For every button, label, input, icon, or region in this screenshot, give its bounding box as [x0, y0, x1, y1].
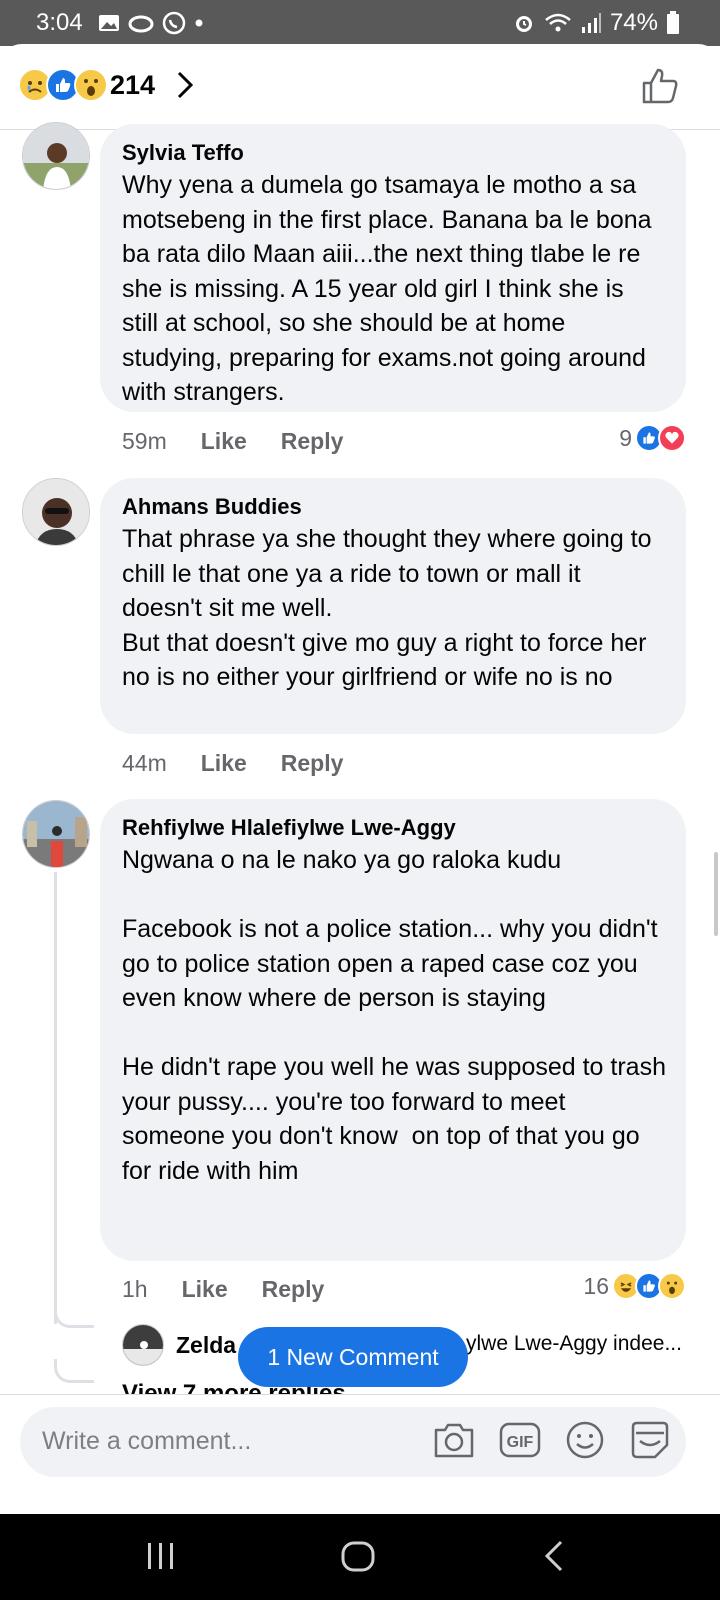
signal-icon	[581, 13, 601, 33]
comment-bubble[interactable]: Ahmans Buddies That phrase ya she though…	[100, 478, 686, 734]
avatar[interactable]	[22, 122, 90, 190]
emoji-icon[interactable]	[564, 1419, 606, 1461]
comment-actions: 1h Like Reply	[122, 1276, 324, 1303]
gif-icon[interactable]: GIF	[498, 1420, 542, 1460]
love-reaction-icon	[658, 424, 686, 452]
comments-sheet: 214 Sylvia Teffo Why yena a dumela go ts…	[0, 44, 720, 1514]
composer-tools: GIF	[432, 1419, 672, 1461]
comment-actions: 44m Like Reply	[122, 750, 343, 777]
alarm-icon	[515, 16, 532, 32]
scrollbar[interactable]	[714, 852, 718, 936]
recents-icon[interactable]	[146, 1538, 176, 1574]
cloud-icon	[128, 15, 154, 33]
comment-bubble[interactable]: Sylvia Teffo Why yena a dumela go tsamay…	[100, 124, 686, 412]
comment-input[interactable]: Write a comment... GIF	[20, 1407, 686, 1477]
comment-author[interactable]: Sylvia Teffo	[122, 138, 666, 168]
comment-bubble[interactable]: Rehfiylwe Hlalefiylwe Lwe-Aggy Ngwana o …	[100, 799, 686, 1261]
wifi-icon	[545, 13, 571, 32]
reaction-count: 16	[583, 1272, 609, 1299]
reply-author[interactable]: Zelda	[176, 1332, 236, 1359]
reactions-header: 214	[0, 44, 720, 130]
avatar[interactable]	[22, 800, 90, 868]
avatar[interactable]	[22, 478, 90, 546]
system-nav-bar	[0, 1514, 720, 1600]
chevron-right-icon[interactable]	[176, 70, 194, 100]
comment-author[interactable]: Rehfiylwe Hlalefiylwe Lwe-Aggy	[122, 813, 666, 843]
reply-text: ylwe Lwe-Aggy indee...	[466, 1332, 682, 1355]
wow-reaction-icon	[74, 68, 108, 102]
svg-text:GIF: GIF	[507, 1434, 534, 1451]
reply-button[interactable]: Reply	[281, 428, 344, 455]
comment-time: 1h	[122, 1276, 148, 1302]
like-button[interactable]: Like	[201, 750, 247, 777]
new-comment-button[interactable]: 1 New Comment	[238, 1327, 468, 1387]
reaction-summary[interactable]	[18, 68, 108, 102]
comment-time: 59m	[122, 428, 167, 454]
comment-actions: 59m Like Reply	[122, 428, 343, 455]
reaction-count[interactable]: 214	[110, 70, 155, 101]
whatsapp-icon	[162, 11, 186, 35]
like-button[interactable]: Like	[182, 1276, 228, 1303]
reaction-count: 9	[619, 424, 632, 451]
reply-thread-line	[54, 872, 57, 1324]
comment-reactions[interactable]: 9	[619, 424, 686, 452]
comment-text: That phrase ya she thought they where go…	[122, 525, 652, 691]
camera-icon[interactable]	[432, 1420, 476, 1460]
avatar[interactable]	[122, 1324, 164, 1366]
dot-icon	[195, 19, 203, 27]
comment-placeholder: Write a comment...	[42, 1427, 252, 1455]
reply-button[interactable]: Reply	[281, 750, 344, 777]
status-time: 3:04	[36, 9, 83, 36]
comment-composer: Write a comment... GIF	[0, 1394, 720, 1514]
sticker-icon[interactable]	[628, 1419, 672, 1461]
status-bar: 3:04 74%	[0, 0, 720, 46]
reply-button[interactable]: Reply	[262, 1276, 325, 1303]
notification-icons	[98, 11, 204, 35]
wow-reaction-icon	[658, 1272, 686, 1300]
reply-connector	[54, 1359, 94, 1383]
comment-time: 44m	[122, 750, 167, 776]
reply-connector	[54, 1306, 94, 1328]
comment-author[interactable]: Ahmans Buddies	[122, 492, 666, 522]
battery-percent: 74%	[609, 9, 658, 36]
comment-text: Why yena a dumela go tsamaya le motho a …	[122, 171, 659, 406]
gallery-icon	[99, 15, 119, 31]
comment-text: Ngwana o na le nako ya go raloka kudu Fa…	[122, 846, 666, 1185]
comment-reactions[interactable]: 16	[583, 1272, 686, 1300]
thumbs-up-outline-icon[interactable]	[640, 66, 680, 106]
back-icon[interactable]	[542, 1538, 566, 1574]
home-icon[interactable]	[340, 1538, 376, 1574]
status-right: 74%	[512, 9, 680, 37]
battery-icon	[667, 11, 679, 34]
like-button[interactable]: Like	[201, 428, 247, 455]
